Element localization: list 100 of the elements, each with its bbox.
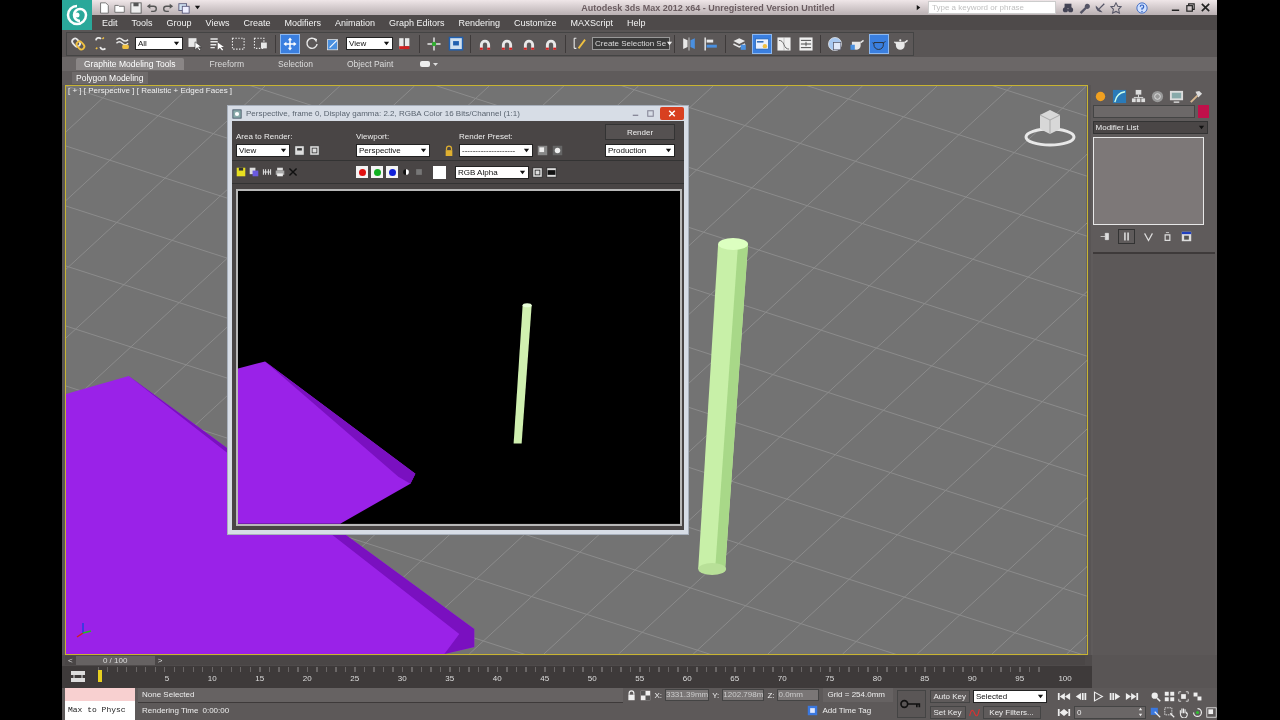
menu-item[interactable]: Views <box>205 17 230 28</box>
orbit-icon[interactable] <box>1192 706 1203 718</box>
time-slider-track[interactable]: < 0 / 100 > <box>65 656 1085 665</box>
menu-item[interactable]: Create <box>243 17 271 28</box>
hierarchy-icon[interactable] <box>1130 88 1146 104</box>
single-panel-icon[interactable] <box>532 166 543 178</box>
set-key-button[interactable]: Set Key <box>929 705 966 719</box>
add-time-tag-button[interactable]: Add Time Tag <box>822 705 872 715</box>
star-icon[interactable] <box>1110 1 1122 14</box>
modifier-list-dropdown[interactable]: Modifier List <box>1092 121 1208 134</box>
edit-region-icon[interactable] <box>294 145 305 157</box>
dark-panel-icon[interactable] <box>546 166 557 178</box>
close-icon[interactable] <box>1200 2 1211 13</box>
move-icon[interactable] <box>280 33 300 54</box>
maxscript-output-field[interactable]: Max to Physc <box>65 701 135 720</box>
render-button[interactable]: Render <box>605 124 675 141</box>
ribbon-toggle-icon[interactable] <box>752 33 772 54</box>
key-filters-button[interactable]: Key Filters... <box>982 705 1041 719</box>
area-to-render-dropdown[interactable]: View <box>236 144 290 158</box>
clone-window-icon[interactable] <box>262 167 272 178</box>
hammer-icon[interactable] <box>1187 88 1203 104</box>
play-icon[interactable] <box>1091 690 1105 702</box>
save-icon[interactable] <box>130 1 142 14</box>
teapot-outline-icon[interactable] <box>869 33 889 54</box>
binoculars-icon[interactable] <box>1062 1 1074 14</box>
lock-icon[interactable] <box>626 689 638 701</box>
menu-item[interactable]: Graph Editors <box>388 17 445 28</box>
maxscript-input-field[interactable] <box>65 688 135 701</box>
maximize-viewport-icon[interactable] <box>1206 706 1217 718</box>
zoom-icon[interactable] <box>1150 690 1161 702</box>
object-name-field[interactable] <box>1092 105 1195 118</box>
caret-icon[interactable] <box>194 4 201 11</box>
next-key-icon[interactable] <box>1108 690 1122 702</box>
monochrome-icon[interactable] <box>401 167 411 178</box>
menu-item[interactable]: Rendering <box>458 17 501 28</box>
motion-disc-icon[interactable] <box>1149 88 1165 104</box>
ribbon-tab[interactable]: Object Paint <box>338 58 402 70</box>
menu-item[interactable]: Modifiers <box>284 17 321 28</box>
new-file-icon[interactable] <box>98 1 110 14</box>
field-of-view-icon[interactable] <box>1150 706 1161 718</box>
make-unique-icon[interactable] <box>1142 231 1154 242</box>
go-to-end-icon[interactable] <box>1125 690 1139 702</box>
previous-key-icon[interactable] <box>1074 690 1088 702</box>
ribbon-tab[interactable]: Graphite Modeling Tools <box>76 58 184 70</box>
curve-arc-icon[interactable] <box>1111 88 1127 104</box>
menu-item[interactable]: MAXScript <box>570 17 614 28</box>
zoom-extents-icon[interactable] <box>1178 690 1189 702</box>
render-setup-icon[interactable] <box>537 145 548 157</box>
named-selection-field[interactable]: Create Selection Se <box>592 37 670 50</box>
menu-item[interactable]: Animation <box>334 17 375 28</box>
absolute-mode-icon[interactable] <box>640 689 652 701</box>
ribbon-tab[interactable]: Selection <box>270 58 321 70</box>
curve-editor-toggle-icon[interactable] <box>70 670 86 684</box>
pin-stack-icon[interactable] <box>1098 231 1110 242</box>
print-icon[interactable] <box>275 167 285 178</box>
key-mode-dropdown[interactable]: Selected <box>973 689 1047 703</box>
color-swatch[interactable] <box>433 165 446 179</box>
remove-modifier-icon[interactable] <box>1161 231 1173 242</box>
ribbon-panel-tab[interactable]: Polygon Modeling <box>72 72 148 84</box>
key-mode-toggle-icon[interactable] <box>1057 706 1071 718</box>
help-icon[interactable] <box>1136 1 1148 14</box>
view-cube-icon[interactable] <box>1023 107 1076 147</box>
render-mode-dropdown[interactable]: Production <box>605 144 675 158</box>
viewport-dropdown[interactable]: Perspective <box>356 144 430 158</box>
menu-item[interactable]: Group <box>166 17 192 28</box>
selection-filter-dropdown[interactable]: All <box>135 37 183 50</box>
app-logo[interactable] <box>62 0 92 30</box>
undo-icon[interactable] <box>146 1 158 14</box>
menu-item[interactable]: Help <box>627 17 646 28</box>
render-preset-dropdown[interactable]: -------------------- <box>459 144 533 158</box>
region-zoom-icon[interactable] <box>1164 706 1175 718</box>
restore-icon[interactable] <box>1185 2 1196 13</box>
pan-hand-icon[interactable] <box>1178 706 1189 718</box>
set-keys-button[interactable] <box>896 690 926 718</box>
zoom-all-icon[interactable] <box>1164 690 1175 702</box>
configure-sets-icon[interactable] <box>1180 231 1192 242</box>
ribbon-options-icon[interactable] <box>419 60 440 68</box>
previous-frame-button[interactable]: < <box>65 656 76 665</box>
save-image-icon[interactable] <box>236 167 246 178</box>
menu-item[interactable]: Tools <box>131 17 153 28</box>
auto-region-icon[interactable] <box>309 145 320 157</box>
modifier-stack[interactable] <box>1092 137 1204 225</box>
monitor-icon[interactable] <box>1168 88 1184 104</box>
auto-key-button[interactable]: Auto Key <box>929 689 970 703</box>
go-to-start-icon[interactable] <box>1057 690 1071 702</box>
redo-icon[interactable] <box>162 1 174 14</box>
project-folder-icon[interactable] <box>178 1 190 14</box>
object-color-swatch[interactable] <box>1197 105 1209 118</box>
display-channel-dropdown[interactable]: RGB Alpha <box>455 165 529 179</box>
reference-coordinate-dropdown[interactable]: View <box>346 37 393 50</box>
expand-arrow-icon[interactable] <box>915 4 922 11</box>
menu-item[interactable]: Customize <box>514 17 557 28</box>
viewport-label[interactable]: [ + ] [ Perspective ] [ Realistic + Edged Faces ] <box>68 86 233 95</box>
menu-item[interactable]: Edit <box>102 17 118 28</box>
copy-image-icon[interactable] <box>249 167 259 178</box>
ribbon-tab[interactable]: Freeform <box>201 58 252 70</box>
time-slider-thumb[interactable]: 0 / 100 <box>75 656 155 665</box>
time-tag-icon[interactable] <box>807 704 819 716</box>
current-frame-field[interactable]: 0 <box>1074 705 1146 719</box>
zoom-extents-all-icon[interactable] <box>1192 690 1203 702</box>
